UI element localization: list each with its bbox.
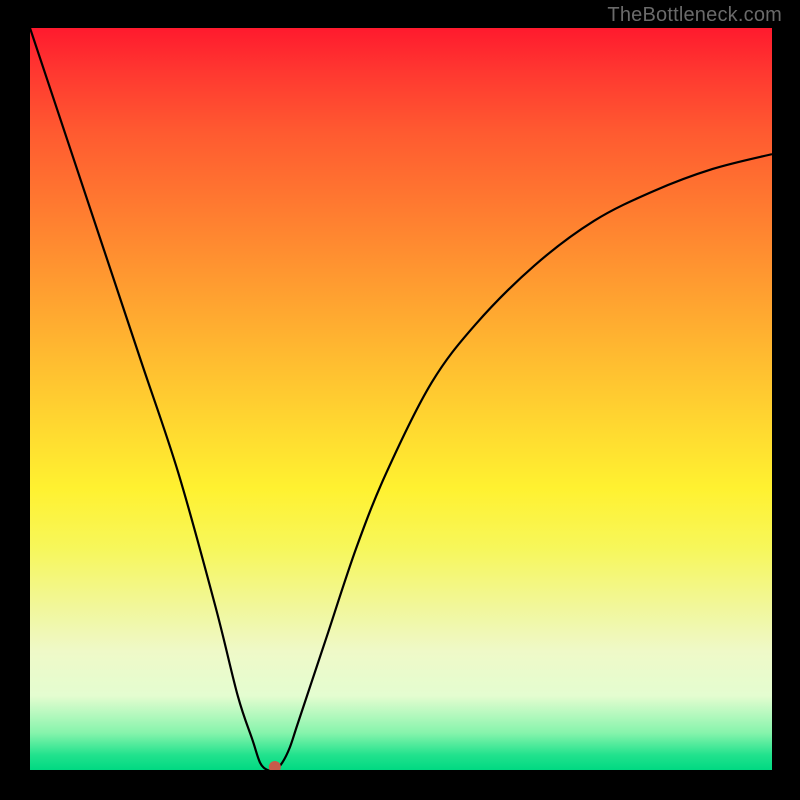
bottleneck-curve [30, 28, 772, 770]
optimal-point-marker [269, 761, 281, 770]
watermark-text: TheBottleneck.com [607, 4, 782, 27]
plot-area [30, 28, 772, 770]
chart-svg [30, 28, 772, 770]
